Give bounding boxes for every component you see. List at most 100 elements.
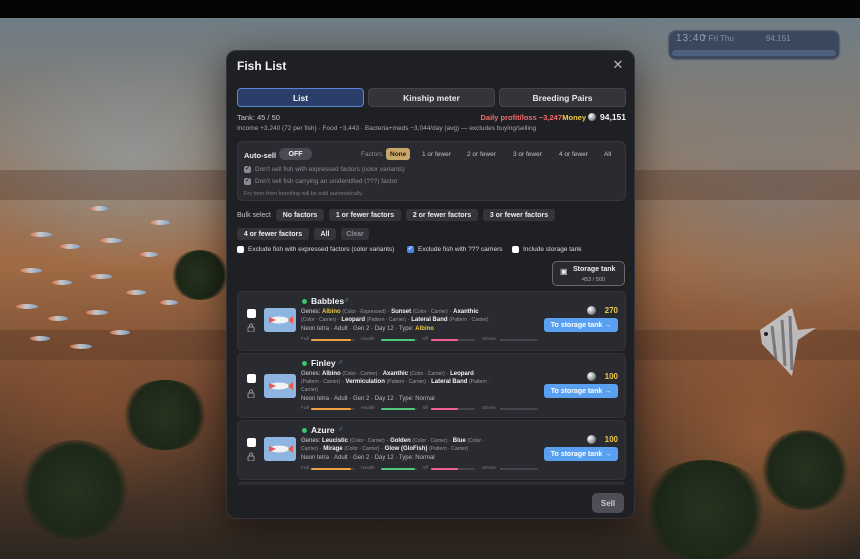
stress-meter-label: Stress [482,466,496,471]
lock-icon[interactable] [247,323,255,332]
fish-sprite [90,206,108,211]
fish-genes: Genes: Albino (Color · Carrier) · Axanth… [301,371,490,393]
fish-sprite [150,220,170,225]
gene-name: Blue [452,438,466,444]
fish-list-modal: Fish List ✕ List Kinship meter Breeding … [226,50,635,519]
to-storage-button[interactable]: To storage tank → [544,318,618,332]
factor-option-2[interactable]: 2 or fewer [463,148,500,160]
fish-info: Neon tetra · Adult · Gen 2 · Day 12 · Ty… [301,326,434,332]
bulk-clear-button[interactable]: Clear [341,228,369,240]
factor-option-4[interactable]: 4 or fewer [555,148,592,160]
factor-option-none[interactable]: None [386,148,411,160]
coin-icon [588,113,596,121]
fish-info: Neon tetra · Adult · Gen 2 · Day 12 · Ty… [301,396,435,402]
storage-tank-title: Storage tank [573,266,616,273]
auto-sell-panel: Auto-sell OFF Factors None 1 or fewer 2 … [237,141,626,201]
health-meter [381,339,417,341]
fish-name: Finley [311,358,336,368]
fish-select-checkbox[interactable] [247,438,256,447]
gene-name: Albino [322,309,341,315]
sell-button[interactable]: Sell [592,493,624,513]
fish-sprite [70,344,92,349]
fish-name: Azure [311,425,335,435]
fish-sprite [60,244,80,249]
tree-decoration [170,250,230,300]
include-storage-checkbox[interactable] [512,246,519,253]
factor-option-1[interactable]: 1 or fewer [418,148,455,160]
exclude-carriers-label: Exclude fish with ??? carriers [418,246,503,253]
gene-name: Glow (GloFish) [384,446,428,452]
health-meter-label: Health [361,337,375,342]
tree-decoration [20,440,130,540]
bulk-2-or-fewer-button[interactable]: 2 or fewer factors [406,209,478,221]
tab-bar: List Kinship meter Breeding Pairs [237,88,626,107]
lock-icon[interactable] [247,389,255,398]
bulk-no-factors-button[interactable]: No factors [276,209,324,221]
fish-sprite [110,330,130,335]
close-icon[interactable]: ✕ [610,57,626,73]
full-meter-label: Full [301,466,309,471]
health-meter-label: Health [361,406,375,411]
tab-list[interactable]: List [237,88,364,107]
fish-sprite [160,300,178,305]
to-storage-button[interactable]: To storage tank → [544,384,618,398]
include-storage-row[interactable]: Include storage tank [512,246,582,253]
exclude-expressed-checkbox[interactable] [237,246,244,253]
lock-icon[interactable] [247,452,255,461]
hud-day: 7 Fri Thu [702,34,734,43]
hud-money: 94,151 [766,34,791,43]
fish-name: Babbles [311,296,345,306]
to-storage-button[interactable]: To storage tank → [544,447,618,461]
health-meter [381,408,417,410]
bulk-all-button[interactable]: All [314,228,336,240]
include-storage-label: Include storage tank [523,246,582,253]
auto-sell-toggle[interactable]: OFF [279,148,312,160]
full-meter-fill [311,408,352,410]
exclude-expressed-row[interactable]: Exclude fish with expressed factors (col… [237,246,394,253]
fish-select-checkbox[interactable] [247,374,256,383]
fish-sprite [126,290,146,295]
gene-name: Leopard [450,371,474,377]
tab-kinship-meter[interactable]: Kinship meter [368,88,495,107]
bulk-4-or-fewer-button[interactable]: 4 or fewer factors [237,228,309,240]
fish-sprite [30,232,52,237]
factor-option-3[interactable]: 3 or fewer [509,148,546,160]
keep-expressed-checkbox[interactable] [244,165,251,173]
keep-unidentified-checkbox-row[interactable]: Don't sell fish carrying an unidentified… [244,177,398,185]
tank-capacity: Tank: 45 / 50 [237,113,280,122]
gene-name: Lateral Band [411,317,448,323]
factor-option-all[interactable]: All [600,148,615,160]
stress-meter-fill [500,339,502,341]
fish-card-finley: Finley ♂ Genes: Albino (Color · Carrier)… [237,353,626,418]
health-meter-fill [381,468,416,470]
exclude-carriers-checkbox[interactable] [407,245,414,253]
aff-meter-fill [431,468,459,470]
fish-meters: Full Health Aff Stress [301,406,539,412]
tab-breeding-pairs[interactable]: Breeding Pairs [499,88,626,107]
bulk-select-label: Bulk select [237,212,271,219]
fish-card-babbles: Babbles ♂ Genes: Albino (Color · Express… [237,291,626,351]
keep-expressed-checkbox-row[interactable]: Don't sell fish with expressed factors (… [244,165,405,173]
fish-thumbnail [264,437,296,461]
storage-tank-button[interactable]: ▣ Storage tank 453 / 500 [552,261,625,286]
bulk-1-or-fewer-button[interactable]: 1 or fewer factors [329,209,401,221]
keep-unidentified-checkbox[interactable] [244,177,251,185]
fish-meters: Full Health Aff Stress [301,337,539,343]
fish-info: Neon tetra · Adult · Gen 2 · Day 12 · Ty… [301,455,435,461]
exclude-carriers-row[interactable]: Exclude fish with ??? carriers [407,245,503,253]
gene-name: Leucistic [322,438,349,444]
health-meter [381,468,417,470]
tree-decoration [120,380,210,450]
full-meter-fill [311,339,352,341]
fish-genes: Genes: Albino (Color · Expressed) · Suns… [301,309,489,323]
bulk-3-or-fewer-button[interactable]: 3 or fewer factors [483,209,555,221]
full-meter-label: Full [301,406,309,411]
full-meter [311,408,355,410]
stress-meter [500,408,538,410]
angelfish-sprite [760,308,816,376]
fish-card-partial [237,482,626,485]
gene-name: Golden [390,438,411,444]
tree-decoration [640,460,770,559]
health-meter-fill [381,408,416,410]
fish-select-checkbox[interactable] [247,309,256,318]
